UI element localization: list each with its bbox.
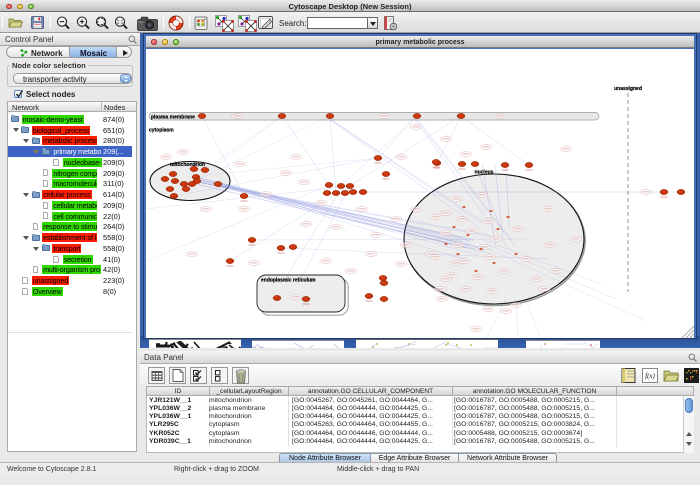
svg-text:unassigned: unassigned [614, 86, 642, 92]
svg-text:nucleus: nucleus [475, 170, 494, 176]
svg-text:plasma membrane: plasma membrane [151, 114, 195, 120]
svg-text:1:1: 1:1 [117, 20, 124, 26]
svg-text:endoplasmic reticulum: endoplasmic reticulum [261, 278, 316, 284]
svg-text:cytoplasm: cytoplasm [149, 128, 174, 134]
svg-text:mitochondrion: mitochondrion [170, 162, 205, 168]
